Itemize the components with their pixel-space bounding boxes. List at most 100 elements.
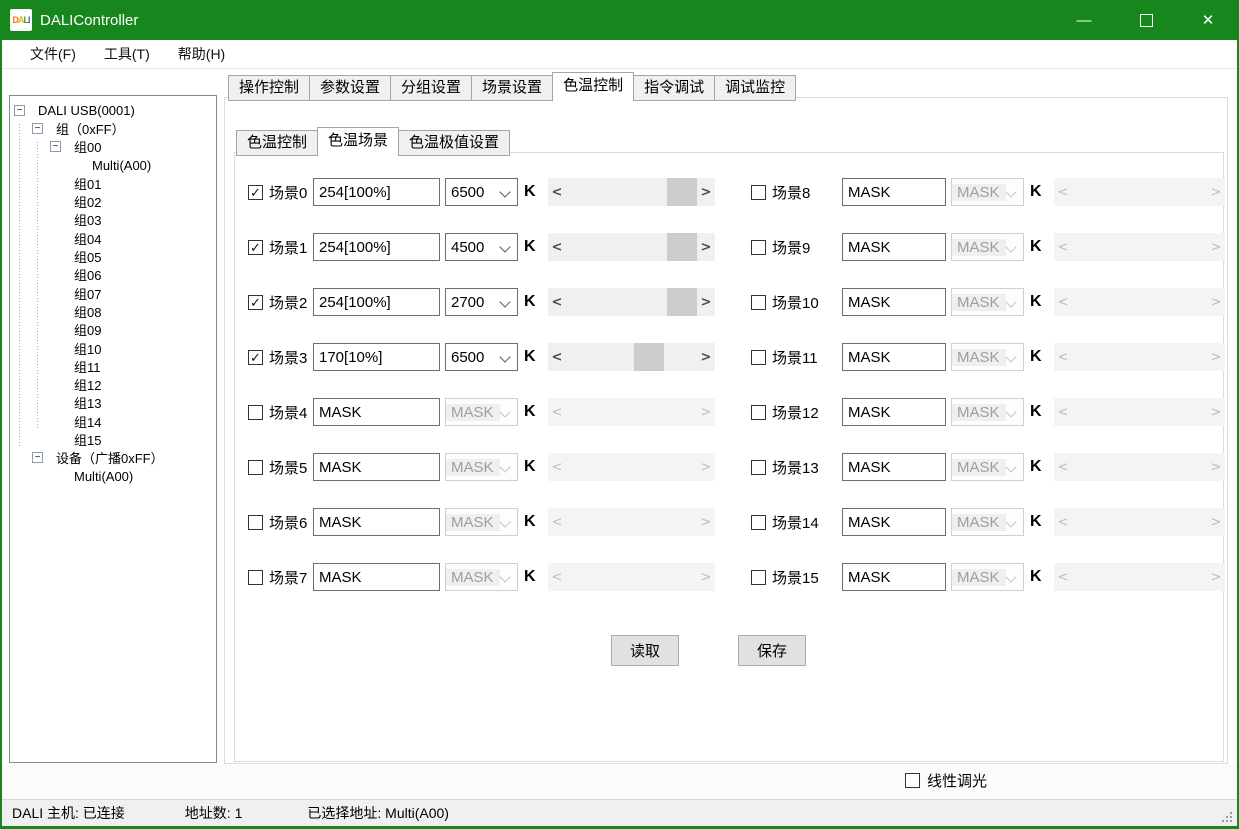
kelvin-unit-label: K xyxy=(524,568,538,586)
scene-brightness-input[interactable] xyxy=(313,398,440,426)
menu-bar: 文件(F)工具(T)帮助(H) xyxy=(2,40,1237,69)
close-button[interactable]: ✕ xyxy=(1177,0,1239,40)
tree-item[interactable]: 组03 xyxy=(10,211,216,229)
brightness-scrollbar[interactable]: <> xyxy=(548,178,715,206)
scene-checkbox[interactable]: ✓ xyxy=(248,350,263,365)
scrollbar-thumb[interactable] xyxy=(667,233,697,261)
scene-brightness-input[interactable] xyxy=(313,453,440,481)
tree-item[interactable]: −DALI USB(0001) xyxy=(10,101,216,119)
tree-item[interactable]: −设备（广播0xFF） xyxy=(10,449,216,467)
scroll-right-arrow-icon[interactable]: > xyxy=(697,178,715,206)
scroll-left-arrow-icon[interactable]: < xyxy=(548,178,566,206)
tree-item[interactable]: −组00 xyxy=(10,138,216,156)
tree-item[interactable]: 组01 xyxy=(10,174,216,192)
scene-checkbox[interactable]: ✓ xyxy=(248,240,263,255)
minimize-button[interactable]: — xyxy=(1053,0,1115,40)
scene-brightness-input[interactable] xyxy=(313,288,440,316)
scene-checkbox[interactable] xyxy=(248,515,263,530)
scroll-left-arrow-icon[interactable]: < xyxy=(548,343,566,371)
tree-item[interactable]: 组02 xyxy=(10,192,216,210)
scene-brightness-input[interactable] xyxy=(842,288,946,316)
tab-操作控制[interactable]: 操作控制 xyxy=(228,75,310,101)
scene-brightness-input[interactable] xyxy=(842,453,946,481)
brightness-scrollbar[interactable]: <> xyxy=(548,233,715,261)
scene-brightness-input[interactable] xyxy=(313,233,440,261)
tree-item[interactable]: 组12 xyxy=(10,375,216,393)
subtab-色温场景[interactable]: 色温场景 xyxy=(317,127,399,156)
scroll-right-arrow-icon[interactable]: > xyxy=(697,288,715,316)
tree-item[interactable]: 组04 xyxy=(10,229,216,247)
scroll-left-arrow-icon[interactable]: < xyxy=(548,288,566,316)
tree-expander-icon[interactable]: − xyxy=(32,123,43,134)
save-button[interactable]: 保存 xyxy=(738,635,806,666)
tree-item[interactable]: 组13 xyxy=(10,394,216,412)
scene-checkbox[interactable] xyxy=(751,350,766,365)
tree-expander-icon[interactable]: − xyxy=(50,141,61,152)
scene-brightness-input[interactable] xyxy=(313,178,440,206)
color-temp-dropdown[interactable]: 2700 xyxy=(445,288,518,316)
tree-item[interactable]: 组07 xyxy=(10,284,216,302)
scene-checkbox[interactable]: ✓ xyxy=(248,185,263,200)
read-button[interactable]: 读取 xyxy=(611,635,679,666)
tree-item[interactable]: 组08 xyxy=(10,302,216,320)
scene-checkbox[interactable] xyxy=(248,460,263,475)
scroll-right-arrow-icon[interactable]: > xyxy=(697,343,715,371)
tree-item[interactable]: 组09 xyxy=(10,321,216,339)
scene-checkbox[interactable] xyxy=(248,570,263,585)
scene-checkbox[interactable]: ✓ xyxy=(248,295,263,310)
resize-grip-icon[interactable] xyxy=(1222,812,1232,822)
linear-dimming-option[interactable]: 线性调光 xyxy=(905,770,987,791)
scene-checkbox[interactable] xyxy=(751,460,766,475)
scene-brightness-input[interactable] xyxy=(313,563,440,591)
menu-item-工具(T)[interactable]: 工具(T) xyxy=(92,44,162,64)
tree-item[interactable]: 组06 xyxy=(10,266,216,284)
scene-brightness-input[interactable] xyxy=(313,343,440,371)
linear-dimming-checkbox[interactable] xyxy=(905,773,920,788)
scene-checkbox[interactable] xyxy=(751,240,766,255)
tree-item[interactable]: Multi(A00) xyxy=(10,156,216,174)
scene-brightness-input[interactable] xyxy=(842,343,946,371)
scrollbar-thumb[interactable] xyxy=(634,343,664,371)
scene-checkbox[interactable] xyxy=(751,185,766,200)
tab-参数设置[interactable]: 参数设置 xyxy=(310,75,391,101)
scene-checkbox[interactable] xyxy=(248,405,263,420)
scene-checkbox[interactable] xyxy=(751,570,766,585)
tree-item[interactable]: Multi(A00) xyxy=(10,467,216,485)
tree-item[interactable]: −组（0xFF） xyxy=(10,119,216,137)
scene-brightness-input[interactable] xyxy=(842,233,946,261)
tree-expander-icon[interactable]: − xyxy=(14,105,25,116)
scrollbar-thumb[interactable] xyxy=(667,178,697,206)
scroll-right-arrow-icon[interactable]: > xyxy=(697,233,715,261)
subtab-色温控制[interactable]: 色温控制 xyxy=(236,130,318,156)
maximize-button[interactable] xyxy=(1115,0,1177,40)
brightness-scrollbar[interactable]: <> xyxy=(548,288,715,316)
brightness-scrollbar[interactable]: <> xyxy=(548,343,715,371)
tree-item[interactable]: 组05 xyxy=(10,247,216,265)
scroll-left-arrow-icon[interactable]: < xyxy=(548,233,566,261)
menu-item-文件(F)[interactable]: 文件(F) xyxy=(18,44,88,64)
tab-调试监控[interactable]: 调试监控 xyxy=(715,75,796,101)
scene-checkbox[interactable] xyxy=(751,515,766,530)
tree-item[interactable]: 组14 xyxy=(10,412,216,430)
menu-item-帮助(H)[interactable]: 帮助(H) xyxy=(166,44,237,64)
tree-item[interactable]: 组10 xyxy=(10,339,216,357)
tab-分组设置[interactable]: 分组设置 xyxy=(391,75,472,101)
scene-brightness-input[interactable] xyxy=(842,508,946,536)
scrollbar-thumb[interactable] xyxy=(667,288,697,316)
scene-checkbox[interactable] xyxy=(751,405,766,420)
tree-item[interactable]: 组15 xyxy=(10,430,216,448)
tab-场景设置[interactable]: 场景设置 xyxy=(472,75,553,101)
tree-item[interactable]: 组11 xyxy=(10,357,216,375)
scene-brightness-input[interactable] xyxy=(842,178,946,206)
scene-brightness-input[interactable] xyxy=(842,398,946,426)
color-temp-dropdown[interactable]: 6500 xyxy=(445,178,518,206)
scene-brightness-input[interactable] xyxy=(313,508,440,536)
color-temp-dropdown[interactable]: 6500 xyxy=(445,343,518,371)
scene-brightness-input[interactable] xyxy=(842,563,946,591)
tab-指令调试[interactable]: 指令调试 xyxy=(634,75,715,101)
tree-expander-icon[interactable]: − xyxy=(32,452,43,463)
color-temp-dropdown[interactable]: 4500 xyxy=(445,233,518,261)
tab-色温控制[interactable]: 色温控制 xyxy=(552,72,634,101)
subtab-色温极值设置[interactable]: 色温极值设置 xyxy=(399,130,510,156)
scene-checkbox[interactable] xyxy=(751,295,766,310)
